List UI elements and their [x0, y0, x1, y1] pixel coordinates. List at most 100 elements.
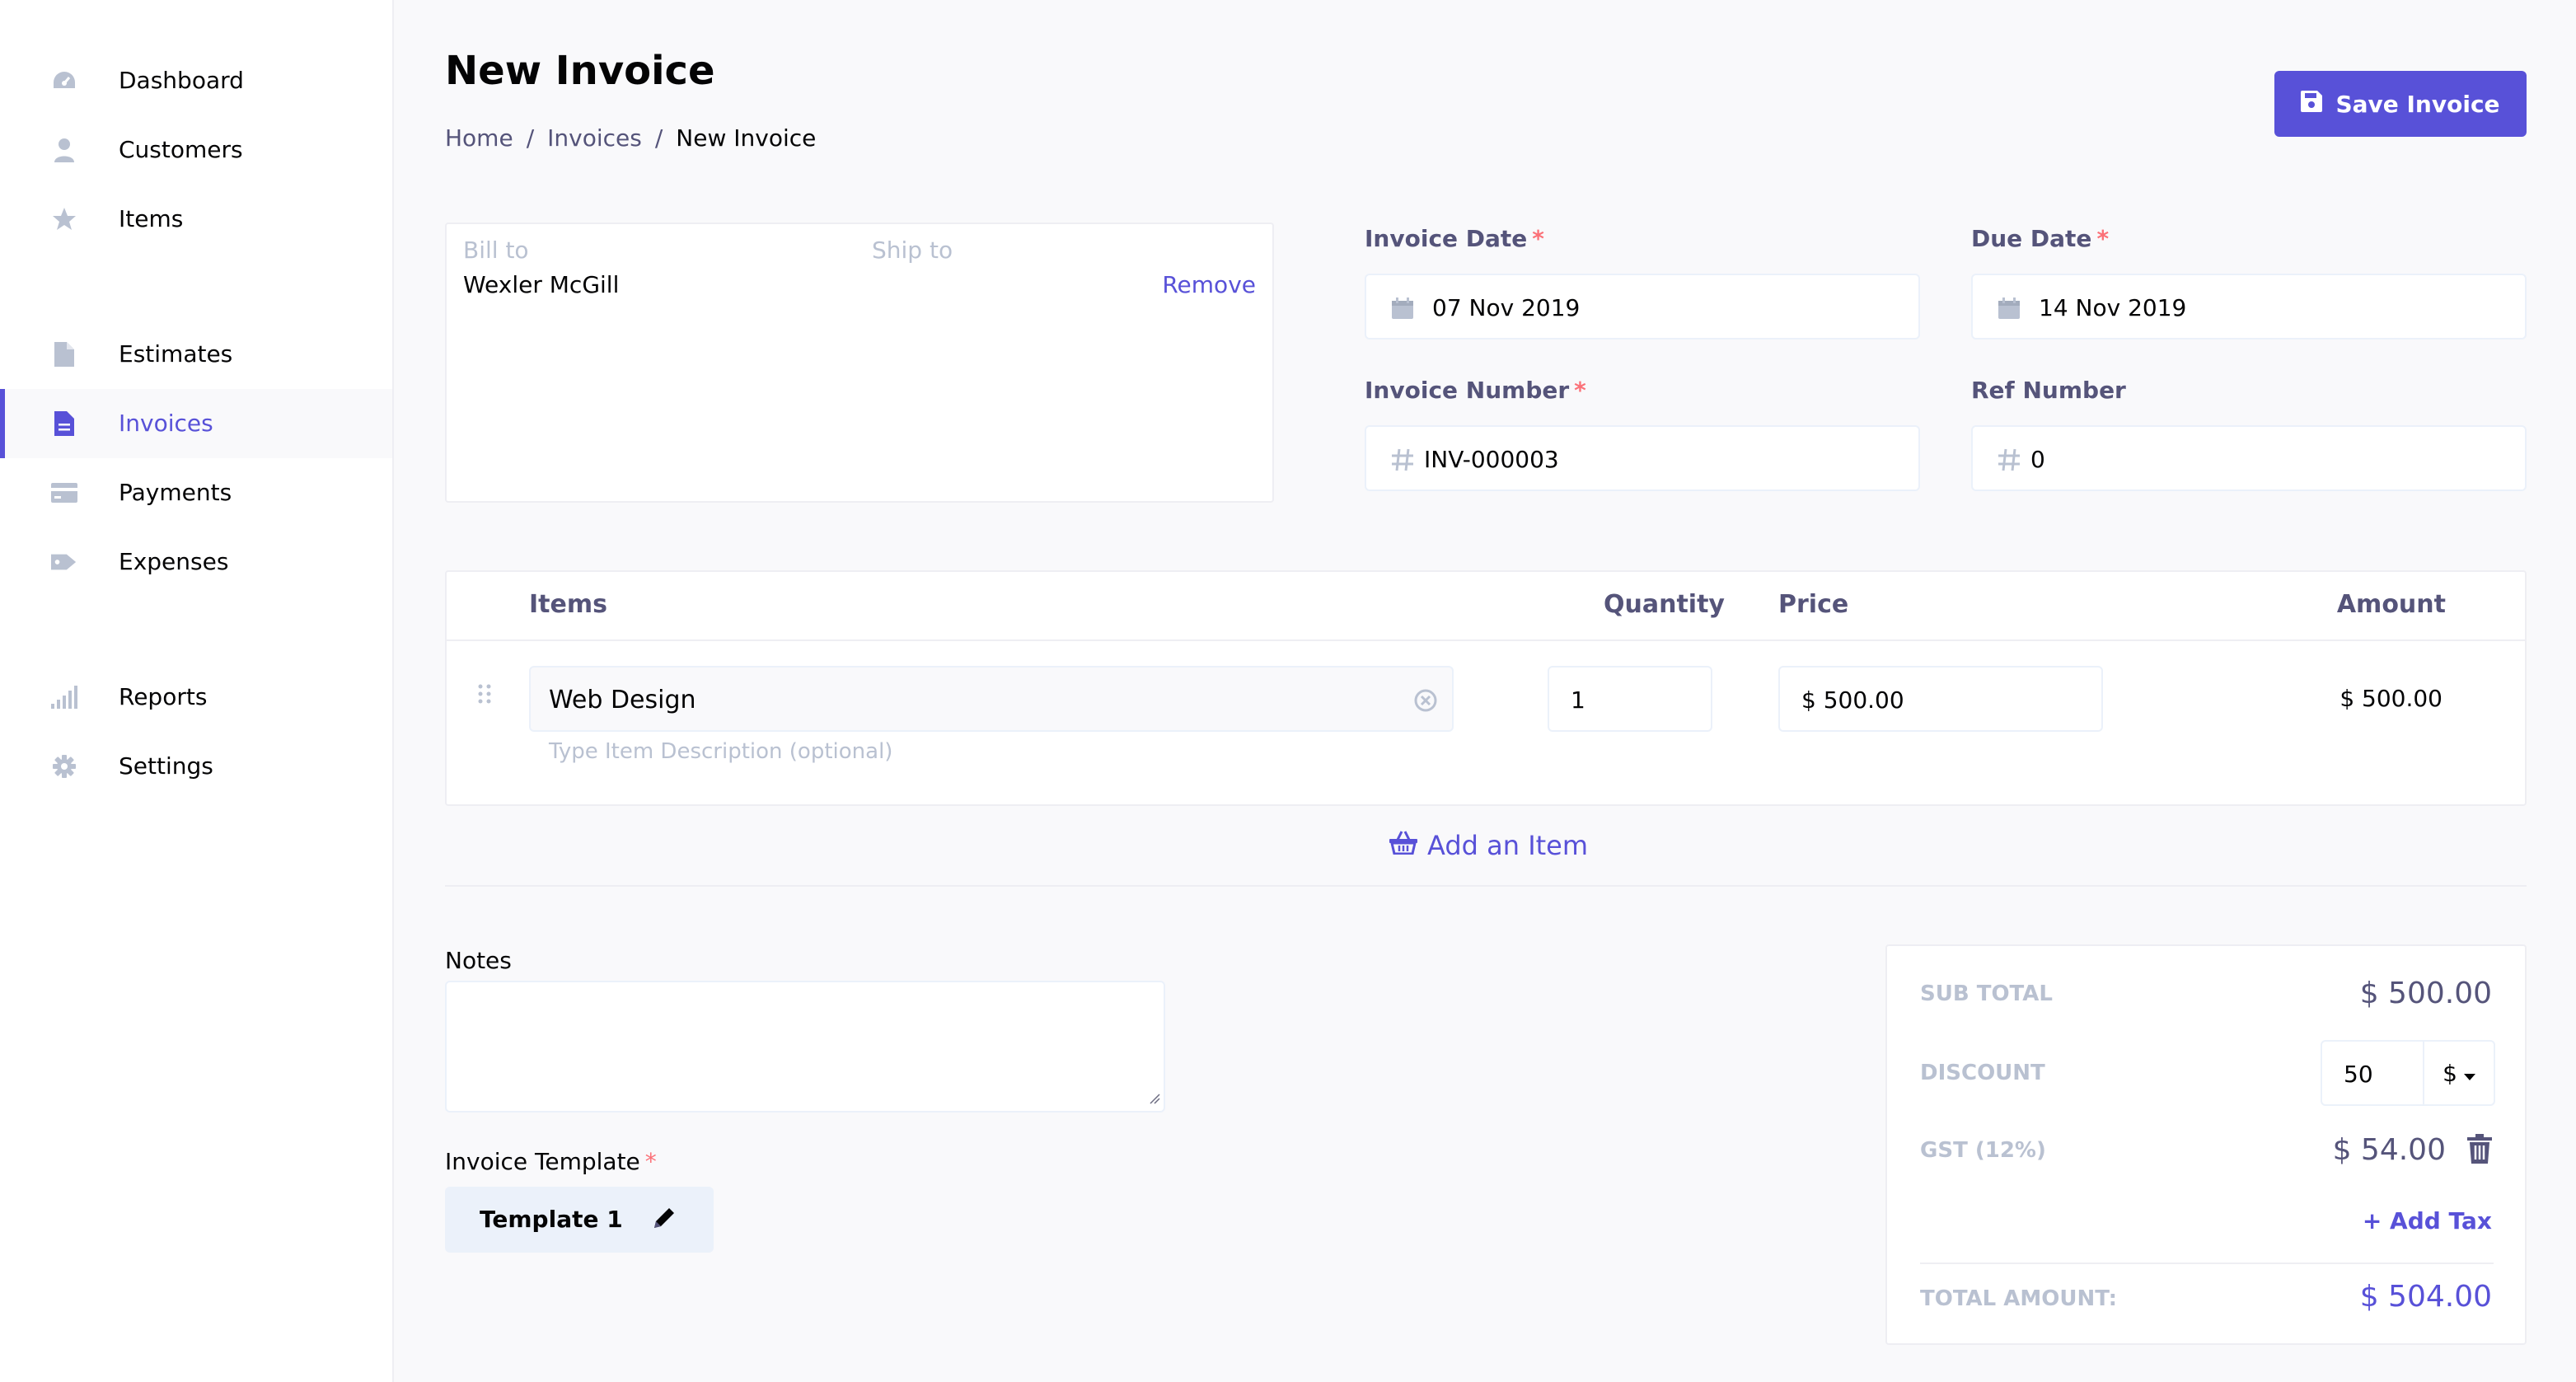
- pencil-icon: [651, 1205, 677, 1234]
- items-table: Items Quantity Price Amount Web Design T…: [445, 570, 2527, 806]
- sidebar-item-settings[interactable]: Settings: [0, 732, 392, 801]
- calendar-icon: [1994, 293, 2024, 323]
- sidebar-item-customers[interactable]: Customers: [0, 115, 392, 185]
- item-name-value: Web Design: [549, 686, 696, 714]
- remove-customer-link[interactable]: Remove: [1162, 269, 1256, 302]
- sidebar-item-reports[interactable]: Reports: [0, 663, 392, 732]
- hash-icon: [1994, 445, 2024, 475]
- sidebar-item-estimates[interactable]: Estimates: [0, 320, 392, 389]
- notes-textarea[interactable]: [445, 981, 1165, 1113]
- invoice-icon: [51, 410, 77, 437]
- required-mark: *: [1574, 377, 1586, 404]
- add-item-button[interactable]: Add an Item: [1389, 827, 1588, 864]
- sidebar-item-label: Estimates: [119, 340, 233, 368]
- breadcrumb-home-link[interactable]: Home: [445, 122, 513, 155]
- sidebar-item-dashboard[interactable]: Dashboard: [0, 46, 392, 115]
- save-invoice-button[interactable]: Save Invoice: [2274, 71, 2527, 137]
- totals-panel: SUB TOTAL $ 500.00 DISCOUNT 50 $ GST (12…: [1885, 944, 2527, 1345]
- ship-to-label: Ship to: [872, 237, 953, 264]
- tax-value: $ 54.00: [2332, 1133, 2446, 1167]
- ref-number-input[interactable]: 0: [1971, 425, 2527, 491]
- bill-to-label: Bill to: [463, 237, 529, 264]
- sidebar-item-label: Dashboard: [119, 67, 244, 94]
- column-header-price: Price: [1778, 590, 1849, 619]
- breadcrumb-current: New Invoice: [676, 124, 817, 152]
- discount-type-value: $: [2443, 1059, 2457, 1087]
- breadcrumb-separator: /: [526, 124, 535, 152]
- customer-name: Wexler McGill: [463, 271, 620, 298]
- save-invoice-label: Save Invoice: [2335, 90, 2500, 118]
- discount-value: 50: [2344, 1061, 2373, 1088]
- notes-label: Notes: [445, 947, 512, 974]
- invoice-number-value: INV-000003: [1424, 446, 1559, 473]
- ref-number-label: Ref Number: [1971, 377, 2126, 404]
- price-input[interactable]: $ 500.00: [1778, 666, 2103, 732]
- floppy-disk-icon: [2301, 90, 2323, 118]
- add-tax-link[interactable]: + Add Tax: [2363, 1205, 2492, 1238]
- sub-total-value: $ 500.00: [2359, 977, 2492, 1010]
- breadcrumb-separator: /: [654, 124, 663, 152]
- due-date-label: Due Date *: [1971, 225, 2110, 252]
- invoice-number-input[interactable]: INV-000003: [1365, 425, 1920, 491]
- caret-down-icon: [2463, 1060, 2475, 1087]
- item-name-select[interactable]: Web Design: [529, 666, 1454, 732]
- sidebar-item-label: Reports: [119, 683, 208, 710]
- sidebar-item-label: Expenses: [119, 548, 229, 575]
- invoice-date-label: Invoice Date *: [1365, 225, 1544, 252]
- invoice-number-label: Invoice Number *: [1365, 377, 1586, 404]
- quantity-input[interactable]: 1: [1548, 666, 1712, 732]
- total-amount-value: $ 504.00: [2359, 1280, 2492, 1314]
- required-mark: *: [644, 1148, 657, 1175]
- credit-card-icon: [51, 480, 77, 506]
- ref-number-value: 0: [2030, 446, 2045, 473]
- discount-type-dropdown[interactable]: $: [2423, 1040, 2495, 1106]
- header-divider: [447, 639, 2525, 641]
- customer-address-box[interactable]: Bill to Ship to Wexler McGill Remove: [445, 223, 1274, 503]
- sidebar-item-payments[interactable]: Payments: [0, 458, 392, 527]
- invoice-template-value: Template 1: [480, 1206, 623, 1233]
- sidebar-item-label: Settings: [119, 752, 213, 780]
- calendar-icon: [1388, 293, 1417, 323]
- add-item-label: Add an Item: [1427, 830, 1589, 861]
- shopping-basket-icon: [1389, 830, 1417, 861]
- drag-handle-icon[interactable]: [478, 684, 491, 707]
- discount-input[interactable]: 50: [2321, 1040, 2424, 1106]
- clear-circle-icon[interactable]: [1414, 689, 1437, 715]
- price-value: $ 500.00: [1801, 686, 1904, 714]
- section-divider: [445, 885, 2527, 887]
- bar-chart-icon: [51, 684, 77, 710]
- sidebar-item-invoices[interactable]: Invoices: [0, 389, 392, 458]
- sidebar-item-expenses[interactable]: Expenses: [0, 527, 392, 597]
- breadcrumb: Home / Invoices / New Invoice: [445, 122, 816, 155]
- item-description-input[interactable]: Type Item Description (optional): [549, 737, 892, 766]
- required-mark: *: [2096, 225, 2110, 252]
- column-header-amount: Amount: [2336, 590, 2446, 619]
- sidebar-item-label: Invoices: [119, 410, 213, 437]
- gear-icon: [51, 753, 77, 780]
- column-header-quantity: Quantity: [1604, 590, 1725, 619]
- invoice-date-input[interactable]: 07 Nov 2019: [1365, 274, 1920, 340]
- trash-icon[interactable]: [2467, 1134, 2492, 1167]
- sidebar: Dashboard Customers Items Estimates Invo…: [0, 0, 394, 1382]
- due-date-value: 14 Nov 2019: [2039, 294, 2187, 321]
- breadcrumb-invoices-link[interactable]: Invoices: [547, 122, 642, 155]
- user-icon: [51, 137, 77, 163]
- required-mark: *: [1532, 225, 1544, 252]
- tag-icon: [51, 549, 77, 575]
- invoice-date-value: 07 Nov 2019: [1432, 294, 1581, 321]
- dashboard-icon: [51, 68, 77, 94]
- sidebar-item-items[interactable]: Items: [0, 185, 392, 254]
- invoice-template-button[interactable]: Template 1: [445, 1187, 714, 1253]
- totals-divider: [1920, 1263, 2494, 1264]
- discount-label: DISCOUNT: [1920, 1061, 2045, 1085]
- resize-grip-icon[interactable]: [1147, 1091, 1160, 1108]
- invoice-template-label: Invoice Template *: [445, 1148, 657, 1175]
- star-icon: [51, 206, 77, 232]
- column-header-items: Items: [529, 590, 607, 619]
- sidebar-item-label: Customers: [119, 136, 243, 163]
- quantity-value: 1: [1571, 686, 1585, 714]
- sub-total-label: SUB TOTAL: [1920, 981, 2053, 1006]
- amount-value: $ 500.00: [2339, 685, 2443, 712]
- due-date-input[interactable]: 14 Nov 2019: [1971, 274, 2527, 340]
- hash-icon: [1388, 445, 1417, 475]
